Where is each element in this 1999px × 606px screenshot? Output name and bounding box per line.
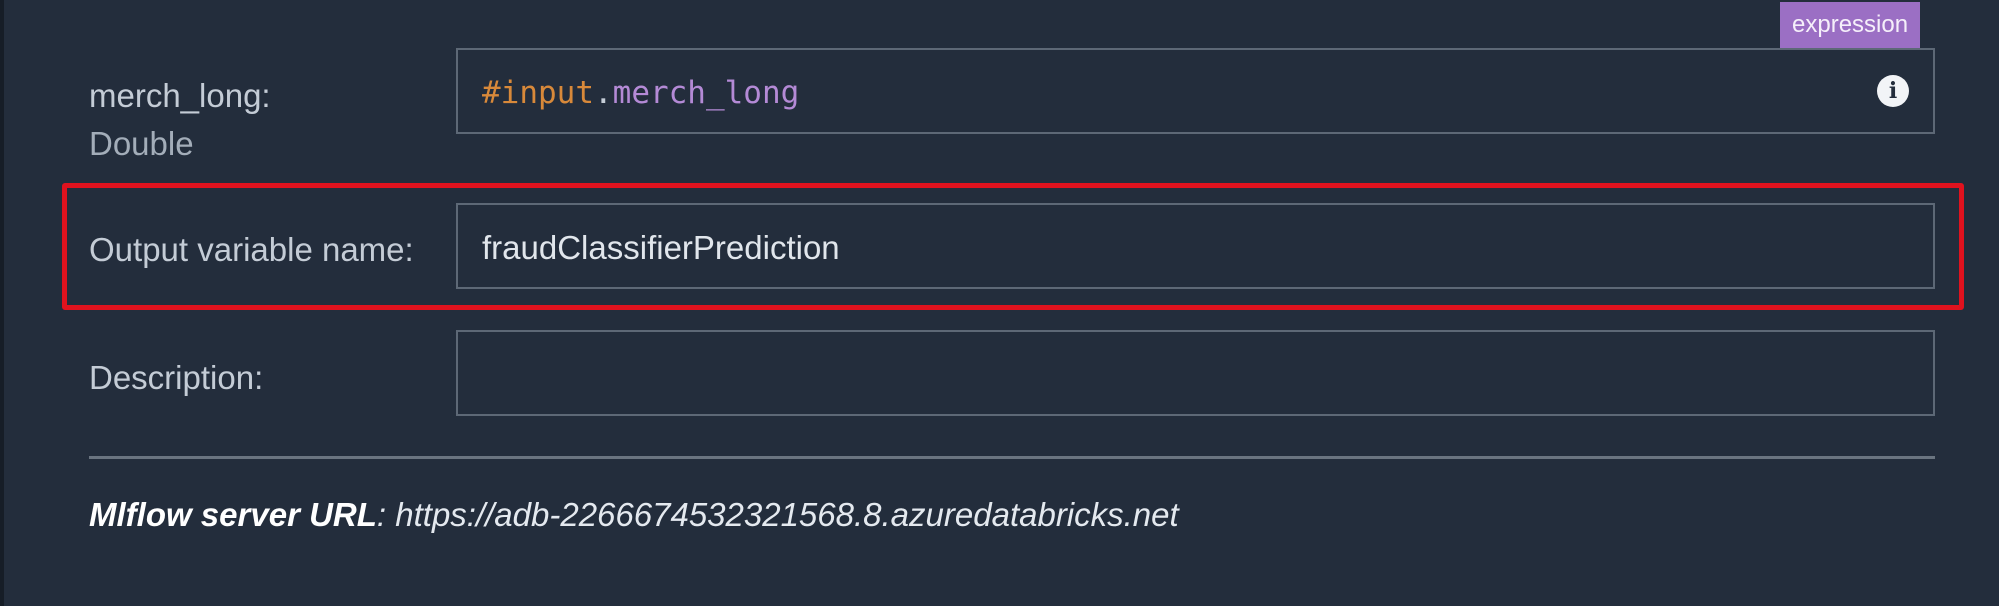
description-input[interactable] <box>456 330 1935 416</box>
mlflow-url-value: https://adb-2266674532321568.8.azuredata… <box>395 496 1179 533</box>
merch-long-label: merch_long: Double <box>89 72 271 168</box>
expression-badge[interactable]: expression <box>1780 2 1921 48</box>
expression-input-token: #input <box>482 75 594 111</box>
mlflow-url-separator: : <box>376 496 396 533</box>
expression-dot-token: . <box>593 75 613 111</box>
merch-long-expression-input[interactable]: #input.merch_long i <box>456 48 1935 134</box>
info-icon[interactable]: i <box>1877 75 1909 107</box>
description-label: Description: <box>89 359 264 396</box>
node-configuration-panel: merch_long: Double expression #input.mer… <box>4 0 1999 606</box>
mlflow-server-url: Mlflow server URL: https://adb-226667453… <box>89 496 1179 534</box>
merch-long-expression: #input.merch_long <box>482 50 799 136</box>
expression-property-token: merch_long <box>612 75 800 111</box>
section-divider <box>89 456 1935 459</box>
highlight-annotation <box>62 183 1964 310</box>
merch-long-type: Double <box>89 125 194 162</box>
mlflow-server-url-label: Mlflow server URL <box>89 496 377 533</box>
merch-long-name: merch_long: <box>89 77 271 114</box>
